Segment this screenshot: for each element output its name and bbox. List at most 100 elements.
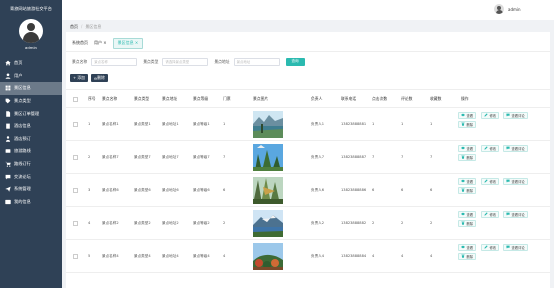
person-icon [5,136,11,142]
row-checkbox[interactable] [73,122,78,127]
cell-comments: 4 [401,254,404,258]
tab-label: 用户 [94,40,102,45]
review-button[interactable]: 查看评论 [503,244,528,251]
home-icon [5,60,11,66]
sidebar-item-profile[interactable]: 我的信息 [0,196,62,209]
tag-icon [5,98,11,104]
delete-label: 删除 [466,155,474,160]
table-row: 3 景点名称6 景点类型6 景点地址6 景点等级6 6 负责人6 13823888886 6 6 6… [66,174,550,207]
row-checkbox[interactable] [73,254,78,259]
scenic-address-input[interactable]: 景点地址 [233,57,280,66]
sidebar-item-scenic-info[interactable]: 景区信息 [0,82,62,95]
delete-button[interactable]: 删除 [458,154,477,161]
sidebar-item-label: 系统管理 [14,186,31,192]
select-all-checkbox[interactable] [73,97,78,102]
table-row: 2 景点名称7 景点类型7 景点地址7 景点等级7 7 负责人7 13823888887 7 7 7… [66,141,550,174]
delete-button[interactable]: 删除 [458,253,477,260]
sidebar-item-forum[interactable]: 交流论坛 [0,170,62,183]
cell-manager: 负责人1 [311,122,325,126]
sidebar-item-hotel-booking[interactable]: 酒店预订 [0,133,62,146]
sidebar-item-home[interactable]: 首页 [0,57,62,70]
scenic-type-select[interactable]: 请选择景点类型 [162,57,209,66]
admin-name: admin [25,45,37,50]
review-label: 查看评论 [511,113,525,118]
view-button[interactable]: 查看 [458,112,477,119]
scenic-name-label: 景点名称 [72,58,88,64]
cell-ticket: 6 [223,188,226,192]
scenic-image [253,144,283,171]
view-label: 查看 [466,113,474,118]
review-icon [506,146,510,150]
cell-favorites: 6 [430,188,433,192]
delete-icon [461,122,465,127]
delete-button[interactable]: 删除 [458,187,477,194]
sidebar-item-user[interactable]: 用户 [0,70,62,83]
cell-favorites: 7 [430,155,433,159]
row-checkbox[interactable] [73,188,78,193]
building-icon [5,123,11,129]
review-label: 查看评论 [511,146,525,151]
row-checkbox[interactable] [73,221,78,226]
sidebar-item-travel-route[interactable]: 旅游路线 [0,145,62,158]
sidebar-item-scenic-type[interactable]: 景点类型 [0,95,62,108]
sidebar-item-hotel-info[interactable]: 酒店信息 [0,120,62,133]
view-button[interactable]: 查看 [458,145,477,152]
view-button[interactable]: 查看 [458,244,477,251]
view-button[interactable]: 查看 [458,178,477,185]
delete-button[interactable]: 删除 [458,220,477,227]
review-label: 查看评论 [511,212,525,217]
review-label: 查看评论 [511,245,525,250]
scenic-image [253,111,283,138]
cell-manager: 负责人7 [311,155,325,159]
edit-button[interactable]: 修改 [481,178,500,185]
main-panel: 系统首页 用户 × 景区信息 × 景点名称 景点名称 景点类型 请选择景点类型 … [66,32,550,288]
cell-comments: 2 [401,221,404,225]
col-header-phone: 联系电话 [341,96,357,101]
edit-button[interactable]: 修改 [481,145,500,152]
cell-phone: 13823888881 [341,122,367,126]
edit-button[interactable]: 修改 [481,112,500,119]
table-body: 1 景点名称1 景点类型1 景点地址1 景点等级1 1 负责人1 13823888881 1 1 1… [66,108,550,273]
edit-button[interactable]: 修改 [481,244,500,251]
sidebar-item-scenic-orders[interactable]: 景区订单管理 [0,107,62,120]
header-username[interactable]: admin [508,7,521,12]
row-checkbox[interactable] [73,155,78,160]
col-header-ticket: 门票 [223,96,231,101]
sidebar-item-label: 旅游路线 [14,148,31,154]
top-bar: admin [62,0,554,20]
add-button[interactable]: + 添加 [70,74,88,82]
app-title: 青旅网站旅游社交平台 [10,6,52,11]
col-header-level: 景点等级 [193,96,209,101]
user-avatar[interactable] [494,4,504,14]
cell-address: 景点地址6 [162,188,179,192]
review-button[interactable]: 查看评论 [503,112,528,119]
delete-button[interactable]: 删除 [458,121,477,128]
scenic-name-input[interactable]: 景点名称 [91,57,138,66]
tab-close-icon[interactable]: × [102,40,106,45]
delete-icon [461,254,465,259]
search-button[interactable]: 查询 [285,57,305,66]
tab-scenic-info[interactable]: 景区信息 × [112,37,144,49]
sidebar: 青旅网站旅游社交平台 admin 首页 用户 景区信息 景点类型 景区订单管理 … [0,0,62,288]
edit-icon [484,113,488,117]
tab-user[interactable]: 用户 × [94,40,107,46]
tab-home[interactable]: 系统首页 [72,40,88,46]
breadcrumb-home[interactable]: 首页 [70,24,78,29]
col-header-address: 景点地址 [162,96,178,101]
delete-button[interactable]: ⊖ 删除 [90,74,108,82]
view-button[interactable]: 查看 [458,211,477,218]
sidebar-item-system[interactable]: 系统管理 [0,183,62,196]
delete-label: 删除 [466,188,474,193]
sidebar-item-label: 酒店预订 [14,135,31,141]
tab-close-icon[interactable]: × [134,40,138,45]
review-button[interactable]: 查看评论 [503,211,528,218]
cell-level: 景点等级6 [193,188,210,192]
review-button[interactable]: 查看评论 [503,178,528,185]
review-button[interactable]: 查看评论 [503,145,528,152]
breadcrumb-separator: / [81,24,83,29]
sidebar-item-route-orders[interactable]: 路线订行 [0,158,62,171]
cell-index: 4 [88,221,91,225]
delete-label: 删除 [466,254,474,259]
edit-button[interactable]: 修改 [481,211,500,218]
table-header: 序号 景点名称 景点类型 景点地址 景点等级 门票 景点图片 负责人 联系电话 … [66,89,550,108]
